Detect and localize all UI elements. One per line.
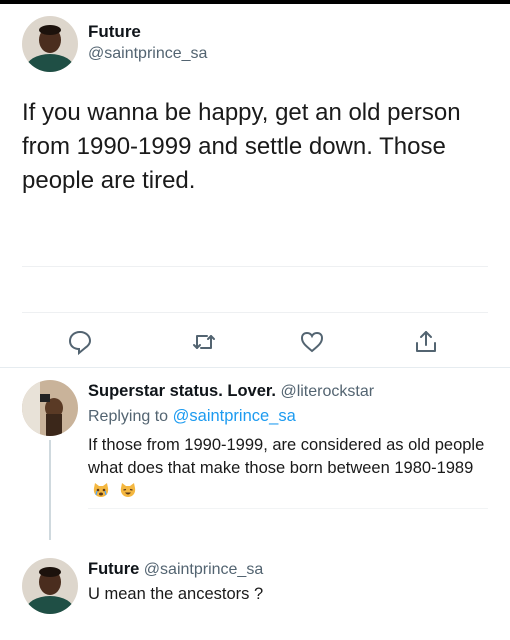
second-reply-author-name[interactable]: Future bbox=[88, 560, 139, 578]
divider bbox=[88, 508, 488, 509]
replying-to-label: Replying to bbox=[88, 408, 169, 425]
second-reply-avatar[interactable] bbox=[22, 558, 78, 614]
second-reply-author-handle[interactable]: @saintprince_sa bbox=[144, 561, 263, 578]
divider bbox=[0, 367, 510, 368]
tweet-text: If you wanna be happy, get an old person… bbox=[22, 99, 461, 194]
crying-cat-emoji bbox=[92, 482, 110, 498]
divider bbox=[22, 312, 488, 313]
reply-author-handle[interactable]: @literockstar bbox=[280, 383, 374, 400]
reply-text-body: If those from 1990-1999, are considered … bbox=[88, 436, 485, 477]
like-icon[interactable] bbox=[298, 328, 326, 356]
reply-author-name[interactable]: Superstar status. Lover. bbox=[88, 382, 276, 400]
divider bbox=[22, 266, 488, 267]
share-icon[interactable] bbox=[412, 328, 440, 356]
author-name[interactable]: Future bbox=[88, 22, 207, 42]
reply-text: If those from 1990-1999, are considered … bbox=[88, 434, 498, 503]
retweet-icon[interactable] bbox=[190, 328, 218, 356]
replying-to-link[interactable]: @saintprince_sa bbox=[173, 407, 296, 425]
thread-line bbox=[49, 440, 51, 540]
author-avatar[interactable] bbox=[22, 16, 78, 72]
second-reply-text: U mean the ancestors ? bbox=[88, 585, 264, 603]
reply-author-avatar[interactable] bbox=[22, 380, 78, 436]
author-handle[interactable]: @saintprince_sa bbox=[88, 45, 207, 63]
reply-icon[interactable] bbox=[66, 328, 94, 356]
laughing-cat-emoji bbox=[119, 482, 137, 498]
top-edge-bar bbox=[0, 0, 510, 4]
